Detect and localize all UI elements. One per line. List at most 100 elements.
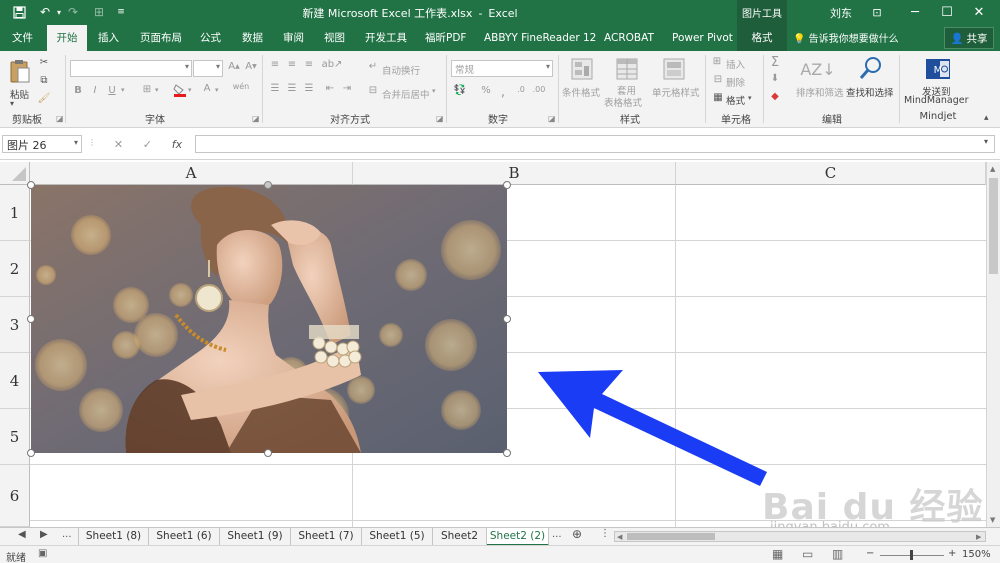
tab-developer[interactable]: 开发工具 — [359, 25, 413, 51]
conditional-format-icon[interactable] — [570, 57, 594, 81]
row-header-3[interactable]: 3 — [0, 297, 30, 353]
macro-record-icon[interactable]: ▣ — [38, 548, 47, 559]
decrease-decimal-icon[interactable]: .00 — [531, 85, 547, 94]
formula-bar-grip-icon[interactable]: ⋮ — [88, 138, 96, 147]
enter-icon[interactable]: ✓ — [143, 138, 152, 151]
delete-cells-icon[interactable]: ⊟ — [711, 74, 725, 85]
share-button[interactable]: 👤 共享 — [944, 27, 994, 49]
row-header-6[interactable]: 6 — [0, 465, 30, 527]
increase-font-icon[interactable]: A ▲ — [227, 61, 241, 72]
copy-icon[interactable]: ⧉ — [37, 73, 51, 87]
ribbon-display-options-icon[interactable]: ⊡ — [860, 0, 894, 25]
delete-cells-button[interactable]: 删除 — [726, 75, 745, 89]
cell-styles-icon[interactable] — [662, 57, 686, 81]
increase-indent-icon[interactable]: ⇥ — [340, 83, 354, 94]
column-header-a[interactable]: A — [30, 162, 353, 185]
page-layout-view-icon[interactable]: ▭ — [802, 547, 813, 561]
underline-button[interactable]: U — [106, 85, 118, 96]
wrap-text-icon[interactable]: ↵ — [366, 61, 380, 72]
resize-handle-top-right[interactable] — [503, 181, 511, 189]
percent-style-button[interactable]: % — [480, 85, 492, 96]
borders-dropdown-icon[interactable]: ▾ — [155, 86, 159, 94]
tab-power-pivot[interactable]: Power Pivot — [666, 25, 739, 51]
tab-format[interactable]: 格式 — [737, 25, 787, 51]
tab-acrobat[interactable]: ACROBAT — [598, 25, 660, 51]
font-name-combo[interactable]: ▾ — [70, 60, 192, 77]
page-break-view-icon[interactable]: ▥ — [832, 547, 843, 561]
scroll-up-icon[interactable]: ▲ — [990, 165, 995, 173]
expand-formula-icon[interactable]: ▾ — [984, 137, 988, 146]
bold-button[interactable]: B — [72, 85, 84, 96]
scroll-left-icon[interactable]: ◀ — [617, 533, 622, 541]
tell-me-box[interactable]: 💡 告诉我你想要做什么 — [793, 30, 899, 45]
tab-review[interactable]: 审阅 — [277, 25, 310, 51]
resize-handle-bottom-left[interactable] — [27, 449, 35, 457]
selected-picture[interactable] — [31, 185, 507, 453]
orientation-icon[interactable]: ab↗ — [322, 59, 343, 70]
resize-handle-bottom[interactable] — [264, 449, 272, 457]
column-header-c[interactable]: C — [676, 162, 986, 185]
tab-split-icon[interactable]: ⋮ — [600, 528, 610, 539]
fill-icon[interactable]: ⬇ — [768, 73, 782, 84]
scroll-right-icon[interactable]: ▶ — [976, 533, 981, 541]
font-launcher-icon[interactable]: ◪ — [252, 114, 260, 123]
tab-insert[interactable]: 插入 — [92, 25, 125, 51]
format-cells-icon[interactable]: ▦ — [711, 92, 725, 103]
align-middle-icon[interactable]: ≡ — [285, 59, 299, 70]
insert-function-icon[interactable]: fx — [172, 138, 182, 151]
tab-home[interactable]: 开始 — [47, 25, 87, 51]
fill-color-icon[interactable] — [172, 83, 188, 97]
comma-style-icon[interactable]: , — [497, 85, 509, 100]
tab-page-layout[interactable]: 页面布局 — [134, 25, 188, 51]
rotate-handle[interactable] — [264, 181, 272, 189]
vertical-scroll-thumb[interactable] — [989, 178, 998, 274]
maximize-button[interactable]: ☐ — [930, 0, 964, 25]
sheet-tab[interactable]: Sheet1 (5) — [362, 528, 433, 545]
row-header-1[interactable]: 1 — [0, 185, 30, 241]
sheet-tab[interactable]: Sheet1 (6) — [149, 528, 220, 545]
clear-icon[interactable]: ◆ — [768, 91, 782, 102]
cancel-icon[interactable]: ✕ — [114, 138, 123, 151]
find-select-icon[interactable] — [858, 55, 884, 81]
format-painter-icon[interactable]: 🖌 — [37, 91, 51, 105]
next-sheet-icon[interactable]: ▶ — [40, 529, 48, 540]
normal-view-icon[interactable]: ▦ — [772, 547, 783, 561]
prev-sheet-icon[interactable]: ◀ — [18, 529, 26, 540]
resize-handle-right[interactable] — [503, 315, 511, 323]
decrease-font-icon[interactable]: A ▼ — [244, 61, 258, 72]
autosum-icon[interactable]: Σ — [768, 55, 782, 70]
tab-file[interactable]: 文件 — [6, 25, 39, 51]
tab-foxit-pdf[interactable]: 福昕PDF — [419, 25, 472, 51]
align-left-icon[interactable]: ☰ — [268, 83, 282, 94]
sheet-overflow-right[interactable]: ... — [552, 529, 562, 540]
clipboard-launcher-icon[interactable]: ◪ — [56, 114, 64, 123]
font-size-combo[interactable]: ▾ — [193, 60, 223, 77]
sort-filter-icon[interactable]: AZ↓ — [800, 57, 835, 81]
cell-styles-button[interactable]: 单元格样式 — [652, 85, 700, 99]
column-header-b[interactable]: B — [353, 162, 676, 185]
resize-handle-top-left[interactable] — [27, 181, 35, 189]
scroll-down-icon[interactable]: ▼ — [990, 516, 995, 524]
sheet-tab[interactable]: Sheet1 (7) — [291, 528, 362, 545]
number-format-combo[interactable]: 常规 ▾ — [451, 60, 553, 77]
formula-input[interactable] — [195, 135, 995, 153]
mindmanager-icon[interactable]: M — [924, 56, 952, 82]
font-color-dropdown-icon[interactable]: ▾ — [215, 86, 219, 94]
align-top-icon[interactable]: ≡ — [268, 59, 282, 70]
sheet-tab-active[interactable]: Sheet2 (2) — [487, 528, 549, 546]
tab-data[interactable]: 数据 — [236, 25, 269, 51]
sheet-overflow-left[interactable]: ... — [62, 529, 72, 540]
tab-view[interactable]: 视图 — [318, 25, 351, 51]
paste-dropdown-icon[interactable]: ▾ — [10, 99, 14, 108]
paste-icon[interactable] — [8, 57, 32, 85]
alignment-launcher-icon[interactable]: ◪ — [436, 114, 444, 123]
sheet-tab[interactable]: Sheet2 — [433, 528, 487, 545]
select-all-corner[interactable] — [0, 162, 30, 185]
sheet-tab[interactable]: Sheet1 (8) — [78, 528, 149, 545]
align-right-icon[interactable]: ☰ — [302, 83, 316, 94]
conditional-format-button[interactable]: 条件格式 — [562, 85, 600, 99]
add-sheet-icon[interactable]: ⊕ — [572, 527, 582, 541]
merge-center-icon[interactable]: ⊟ — [366, 85, 380, 96]
format-dropdown-icon[interactable]: ▾ — [748, 94, 752, 102]
tab-abbyy[interactable]: ABBYY FineReader 12 — [478, 25, 602, 51]
